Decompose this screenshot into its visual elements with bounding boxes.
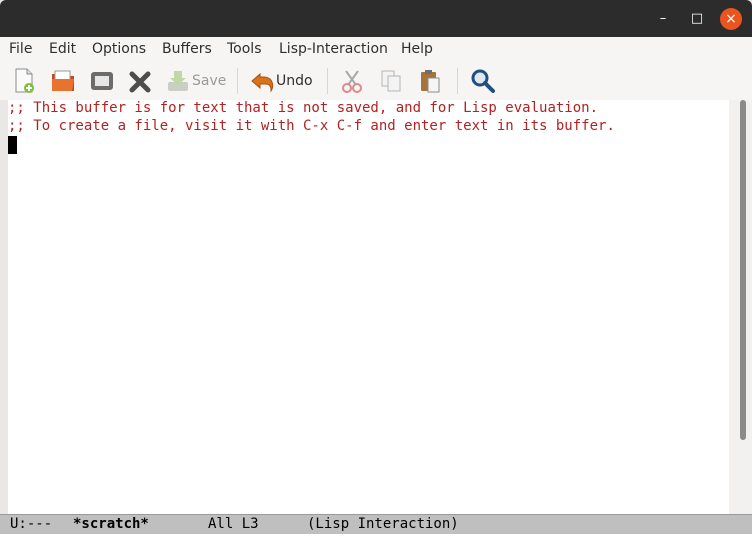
undo-button[interactable]: Undo xyxy=(250,67,313,95)
menu-tools[interactable]: Tools xyxy=(227,41,262,57)
paste-icon xyxy=(418,68,442,94)
copy-icon xyxy=(379,68,403,94)
maximize-button[interactable]: □ xyxy=(686,8,708,30)
copy-button[interactable] xyxy=(379,67,403,95)
new-file-icon xyxy=(12,68,36,94)
cut-button[interactable] xyxy=(341,67,363,95)
open-folder-icon xyxy=(50,68,76,94)
dired-button[interactable] xyxy=(89,67,115,95)
save-icon xyxy=(166,68,190,94)
editor-buffer[interactable]: ;; This buffer is for text that is not s… xyxy=(8,100,729,514)
save-button[interactable]: Save xyxy=(166,67,226,95)
undo-label: Undo xyxy=(276,73,313,89)
buffer-line-1: ;; This buffer is for text that is not s… xyxy=(8,100,599,116)
search-button[interactable] xyxy=(470,67,496,95)
minibuffer[interactable] xyxy=(0,534,752,550)
menu-bar: File Edit Options Buffers Tools Lisp-Int… xyxy=(0,37,752,62)
modeline-mode[interactable]: (Lisp Interaction) xyxy=(307,516,459,532)
title-bar: – □ × xyxy=(0,0,752,37)
toolbar-separator xyxy=(237,68,238,94)
paste-button[interactable] xyxy=(418,67,442,95)
mode-line: U:--- *scratch* All L3 (Lisp Interaction… xyxy=(0,514,752,534)
dired-icon xyxy=(89,68,115,94)
cut-icon xyxy=(341,68,363,94)
open-file-button[interactable] xyxy=(50,67,76,95)
toolbar-separator xyxy=(327,68,328,94)
close-buffer-icon xyxy=(128,68,152,94)
menu-edit[interactable]: Edit xyxy=(49,41,76,57)
new-file-button[interactable] xyxy=(12,67,36,95)
save-label: Save xyxy=(192,73,227,89)
search-icon xyxy=(470,68,496,94)
vertical-scrollbar[interactable] xyxy=(729,100,752,514)
menu-help[interactable]: Help xyxy=(401,41,433,57)
toolbar: Save Undo xyxy=(0,62,752,100)
toolbar-separator xyxy=(457,68,458,94)
text-cursor xyxy=(8,136,17,154)
menu-lisp-interaction[interactable]: Lisp-Interaction xyxy=(279,41,388,57)
undo-icon xyxy=(250,68,274,94)
minimize-button[interactable]: – xyxy=(652,8,674,30)
modeline-position: All L3 xyxy=(208,516,259,532)
menu-file[interactable]: File xyxy=(9,41,32,57)
close-buffer-button[interactable] xyxy=(128,67,152,95)
menu-buffers[interactable]: Buffers xyxy=(162,41,212,57)
modeline-buffer-name[interactable]: *scratch* xyxy=(73,516,149,532)
modeline-status: U:--- xyxy=(10,516,53,532)
close-window-button[interactable]: × xyxy=(720,8,742,30)
scrollbar-thumb[interactable] xyxy=(740,100,746,440)
menu-options[interactable]: Options xyxy=(92,41,146,57)
buffer-line-2: ;; To create a file, visit it with C-x C… xyxy=(8,118,615,134)
